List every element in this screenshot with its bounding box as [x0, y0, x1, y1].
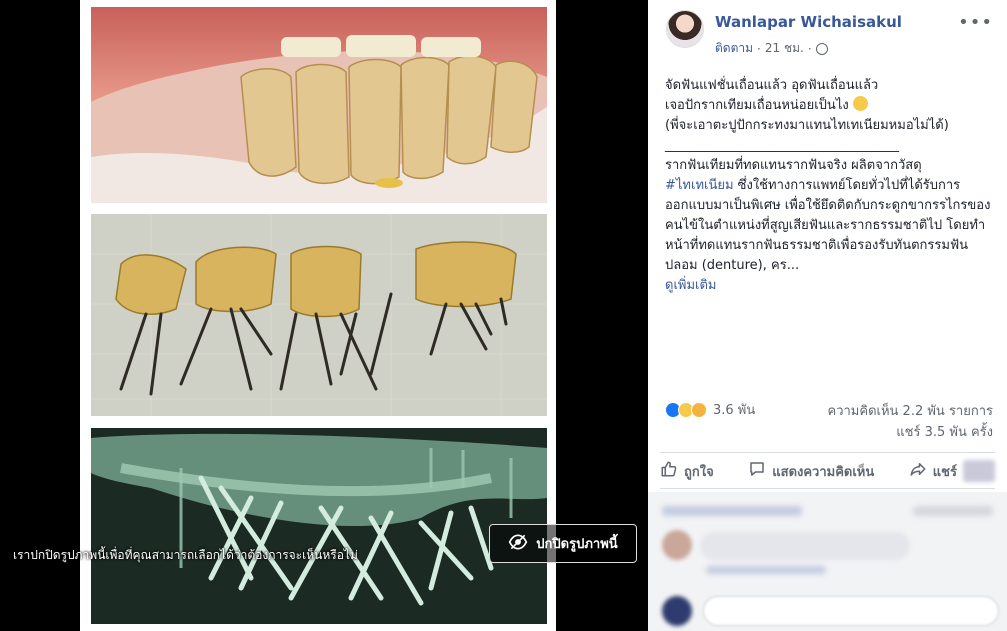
photo-mouth-closeup — [91, 7, 547, 203]
globe-icon — [815, 42, 828, 55]
post-line-1: จัดฟันแฟชั่นเถื่อนแล้ว อุดฟันเถื่อนแล้ว — [665, 78, 879, 93]
hidden-photo-notice: เราปกปิดรูปภาพนี้เพื่อที่คุณสามารถเลือกไ… — [13, 548, 358, 562]
thumbs-up-icon — [660, 460, 678, 482]
post-side-panel: Wanlapar Wichaisakul ติดตาม · 21 ชม. · •… — [648, 0, 1007, 631]
reaction-count: 3.6 พัน — [713, 403, 756, 418]
post-line-3: (พี่จะเอาตะปูปักกระทงมาแทนไทเทเนียมหมอไม… — [665, 118, 949, 133]
post-line-2: เจอปักรากเทียมเถื่อนหน่อยเป็นไง — [665, 98, 849, 113]
comment-button[interactable]: แสดงความคิดเห็น — [748, 460, 874, 482]
meta-separator: · — [807, 41, 812, 56]
post-separator: ____________________________________ — [665, 138, 899, 153]
post-text: จัดฟันแฟชั่นเถื่อนแล้ว อุดฟันเถื่อนแล้ว … — [665, 76, 995, 296]
blurred-comment-meta — [913, 506, 993, 516]
share-count[interactable]: แชร์ 3.5 พัน ครั้ง — [803, 422, 993, 443]
share-button[interactable]: แชร์ — [909, 460, 995, 482]
eye-icon — [508, 532, 528, 556]
post-actions: ถูกใจ แสดงความคิดเห็น แชร์ — [660, 460, 995, 482]
commenter-avatar — [662, 530, 692, 560]
meta-separator: · — [757, 41, 761, 56]
blurred-comment-actions — [706, 566, 826, 574]
post-photo[interactable] — [80, 0, 556, 631]
photo-viewer-page: เราปกปิดรูปภาพนี้เพื่อที่คุณสามารถเลือกไ… — [0, 0, 1007, 631]
share-arrow-icon — [909, 460, 927, 482]
wow-reaction-icon — [691, 401, 707, 418]
comment-label: แสดงความคิดเห็น — [772, 464, 875, 480]
like-button[interactable]: ถูกใจ — [660, 460, 714, 482]
post-body-start: รากฟันเทียมที่ทดแทนรากฟันจริง ผลิตจากวัส… — [665, 158, 922, 173]
divider — [660, 488, 995, 489]
photo-extracted-teeth — [91, 214, 547, 416]
see-more-link[interactable]: ดูเพิ่มเติม — [665, 278, 716, 293]
hide-photo-button[interactable]: ปกปิดรูปภาพนี้ — [489, 524, 637, 563]
current-user-avatar — [662, 596, 692, 626]
reaction-summary[interactable]: 3.6 พัน — [665, 399, 755, 420]
photo-viewer: เราปกปิดรูปภาพนี้เพื่อที่คุณสามารถเลือกไ… — [0, 0, 648, 631]
comment-bubble — [700, 532, 910, 560]
hide-photo-label: ปกปิดรูปภาพนี้ — [536, 537, 618, 552]
photo-xray — [91, 428, 547, 624]
engagement-stats: ความคิดเห็น 2.2 พัน รายการ แชร์ 3.5 พัน … — [803, 401, 993, 443]
post-time[interactable]: 21 ชม. — [765, 39, 804, 58]
comment-input[interactable] — [703, 596, 999, 626]
blurred-comment-header — [662, 506, 802, 516]
comment-count[interactable]: ความคิดเห็น 2.2 พัน รายการ — [803, 401, 993, 422]
like-label: ถูกใจ — [684, 464, 714, 480]
hashtag-link[interactable]: #ไทเทเนียม — [665, 178, 734, 193]
author-avatar[interactable] — [666, 10, 704, 48]
post-meta: ติดตาม · 21 ชม. · — [715, 39, 828, 58]
share-as-avatar[interactable] — [962, 460, 995, 482]
divider — [660, 452, 995, 453]
comments-section-blurred — [648, 492, 1007, 631]
more-options-icon[interactable]: ••• — [958, 12, 993, 33]
comment-icon — [748, 460, 766, 482]
follow-link[interactable]: ติดตาม — [715, 39, 753, 58]
smile-emoji-icon — [852, 96, 868, 111]
author-name[interactable]: Wanlapar Wichaisakul — [715, 13, 902, 31]
share-label: แชร์ — [932, 464, 957, 480]
